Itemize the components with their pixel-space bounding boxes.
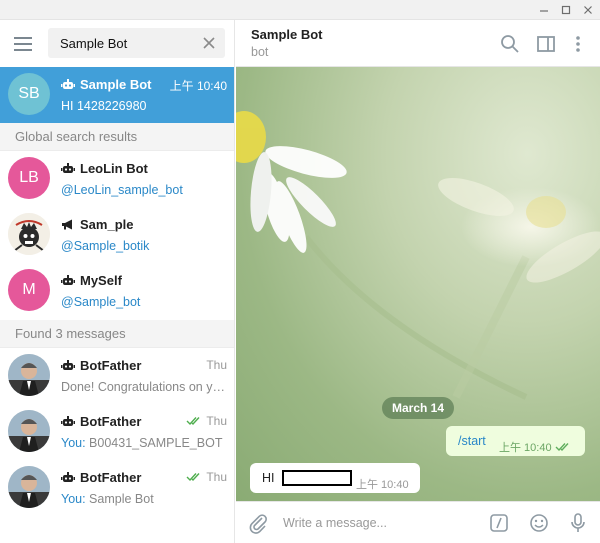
date-separator: March 14 bbox=[382, 397, 455, 419]
global-result-item[interactable]: M MySelf @Sample_bot bbox=[0, 263, 234, 319]
message-prefix: You: bbox=[61, 492, 90, 506]
result-handle: @Sample_botik bbox=[61, 239, 150, 253]
bot-icon bbox=[61, 79, 75, 89]
avatar bbox=[8, 410, 50, 452]
search-input-value[interactable]: Sample Bot bbox=[60, 36, 127, 51]
double-check-icon bbox=[186, 417, 200, 426]
close-icon[interactable] bbox=[199, 33, 219, 53]
message-text[interactable]: /start bbox=[458, 434, 486, 448]
bot-command-icon[interactable] bbox=[488, 512, 510, 534]
section-header-messages: Found 3 messages bbox=[0, 320, 234, 348]
chat-background: March 14 /start 上午 10:40 HI 上午 10:40 bbox=[236, 67, 600, 501]
emoji-icon[interactable] bbox=[528, 512, 550, 534]
redacted-box bbox=[282, 470, 352, 486]
message-time: 上午 10:40 bbox=[499, 442, 552, 454]
channel-avatar-image bbox=[8, 213, 50, 255]
chat-name: Sample Bot bbox=[80, 77, 152, 92]
conversation-panel: Sample Bot bot March 14 /start 上午 10:40 … bbox=[236, 20, 600, 543]
search-bar: Sample Bot bbox=[0, 20, 234, 67]
botfather-avatar-image bbox=[8, 410, 50, 452]
megaphone-icon bbox=[62, 219, 72, 230]
global-result-item[interactable]: Sam_ple @Sample_botik bbox=[0, 207, 234, 263]
result-name: Sam_ple bbox=[80, 217, 134, 232]
chat-preview: HI 1428226980 bbox=[61, 99, 147, 113]
chat-item-sample-bot[interactable]: SB Sample Bot 上午 10:40 HI 1428226980 bbox=[0, 67, 234, 123]
message-composer: Write a message... bbox=[236, 501, 600, 543]
chat-title[interactable]: Sample Bot bbox=[251, 27, 323, 42]
avatar: M bbox=[8, 269, 50, 311]
message-preview-line: You: Sample Bot bbox=[61, 492, 229, 506]
sidebar-toggle-icon[interactable] bbox=[535, 33, 557, 55]
botfather-avatar-image bbox=[8, 354, 50, 396]
maximize-icon bbox=[561, 5, 571, 15]
avatar: LB bbox=[8, 157, 50, 199]
close-icon bbox=[584, 6, 592, 14]
minimize-icon bbox=[540, 10, 548, 12]
chat-list-panel: Sample Bot SB Sample Bot 上午 10:40 HI 142… bbox=[0, 20, 235, 543]
found-message-item[interactable]: BotFather Thu You: B00431_SAMPLE_BOT bbox=[0, 404, 234, 460]
avatar bbox=[8, 213, 50, 255]
message-sender: BotFather bbox=[80, 358, 142, 373]
incoming-message[interactable]: HI 上午 10:40 bbox=[250, 463, 420, 493]
message-preview: B00431_SAMPLE_BOT bbox=[89, 436, 223, 450]
message-preview: Done! Congratulations on yo... bbox=[61, 380, 229, 394]
message-preview-line: You: B00431_SAMPLE_BOT bbox=[61, 436, 229, 450]
bot-icon bbox=[61, 472, 75, 482]
message-time: Thu bbox=[206, 470, 227, 484]
message-preview: Sample Bot bbox=[89, 492, 154, 506]
section-header-global: Global search results bbox=[0, 123, 234, 151]
message-sender: BotFather bbox=[80, 414, 142, 429]
chat-header: Sample Bot bot bbox=[236, 20, 600, 67]
minimize-button[interactable] bbox=[533, 0, 555, 20]
attach-icon[interactable] bbox=[247, 512, 269, 534]
message-meta: 上午 10:40 bbox=[356, 476, 409, 492]
more-options-icon[interactable] bbox=[567, 33, 589, 55]
chat-status: bot bbox=[251, 45, 269, 59]
result-handle: @Sample_bot bbox=[61, 295, 141, 309]
outgoing-message[interactable]: /start 上午 10:40 bbox=[446, 426, 585, 456]
result-handle: @LeoLin_sample_bot bbox=[61, 183, 183, 197]
message-input[interactable]: Write a message... bbox=[283, 516, 387, 530]
result-name: MySelf bbox=[80, 273, 122, 288]
bot-icon bbox=[61, 163, 75, 173]
avatar bbox=[8, 466, 50, 508]
window-titlebar bbox=[0, 0, 600, 20]
message-meta: 上午 10:40 bbox=[499, 439, 573, 455]
search-icon[interactable] bbox=[499, 33, 521, 55]
avatar bbox=[8, 354, 50, 396]
double-check-icon bbox=[555, 443, 569, 452]
message-time-wrapper: Thu bbox=[186, 414, 227, 428]
bot-icon bbox=[61, 275, 75, 285]
message-text: HI bbox=[262, 471, 275, 485]
avatar: SB bbox=[8, 73, 50, 115]
bot-icon bbox=[61, 416, 75, 426]
chat-time: 上午 10:40 bbox=[169, 79, 227, 93]
found-message-item[interactable]: BotFather Thu You: Sample Bot bbox=[0, 460, 234, 516]
close-button[interactable] bbox=[577, 0, 599, 20]
found-message-item[interactable]: BotFather Thu Done! Congratulations on y… bbox=[0, 348, 234, 404]
double-check-icon bbox=[186, 473, 200, 482]
hamburger-icon[interactable] bbox=[14, 36, 34, 52]
message-time: 上午 10:40 bbox=[356, 479, 409, 491]
global-result-item[interactable]: LB LeoLin Bot @LeoLin_sample_bot bbox=[0, 151, 234, 207]
microphone-icon[interactable] bbox=[567, 512, 589, 534]
maximize-button[interactable] bbox=[555, 0, 577, 20]
message-sender: BotFather bbox=[80, 470, 142, 485]
search-input[interactable]: Sample Bot bbox=[48, 28, 225, 58]
message-prefix: You: bbox=[61, 436, 90, 450]
message-time: Thu bbox=[206, 414, 227, 428]
message-time: Thu bbox=[206, 358, 227, 372]
result-name: LeoLin Bot bbox=[80, 161, 148, 176]
botfather-avatar-image bbox=[8, 466, 50, 508]
bot-icon bbox=[61, 360, 75, 370]
message-time-wrapper: Thu bbox=[186, 470, 227, 484]
